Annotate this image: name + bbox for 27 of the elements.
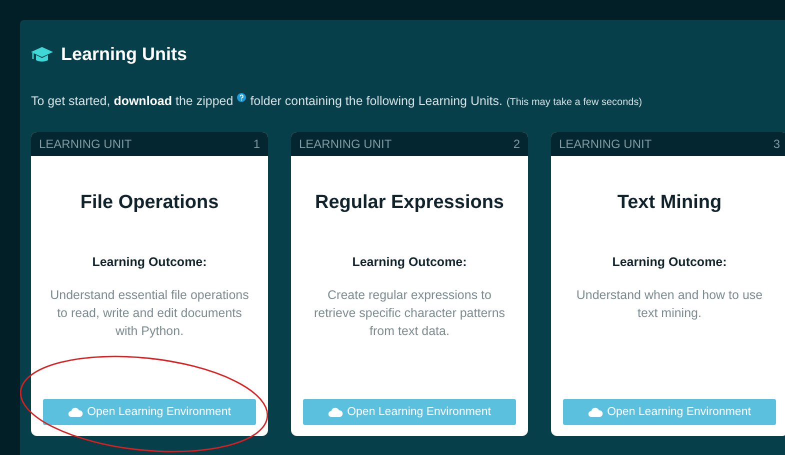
unit-title: Text Mining: [616, 191, 723, 216]
unit-label: LEARNING UNIT: [39, 136, 132, 154]
outcome-text: Create regular expressions to retrieve specific character patterns from text data.: [312, 286, 506, 340]
section-title: Learning Units: [61, 44, 188, 66]
cloud-icon: [68, 407, 84, 418]
unit-number: 3: [773, 136, 780, 154]
open-environment-button[interactable]: Open Learning Environment: [563, 399, 776, 426]
unit-title: File Operations: [79, 191, 220, 216]
unit-label: LEARNING UNIT: [299, 136, 392, 154]
outcome-label: Learning Outcome:: [91, 254, 208, 271]
unit-label: LEARNING UNIT: [559, 136, 652, 154]
unit-number: 2: [513, 136, 520, 154]
graduation-cap-icon: [31, 46, 53, 63]
intro-text: folder containing the following Learning Units.: [250, 92, 502, 110]
outcome-label: Learning Outcome:: [611, 254, 728, 271]
cloud-icon: [588, 407, 604, 418]
open-environment-button[interactable]: Open Learning Environment: [43, 399, 256, 426]
intro-note: (This may take a few seconds): [506, 96, 642, 110]
outcome-text: Understand when and how to use text mining.: [575, 286, 764, 322]
outcome-label: Learning Outcome:: [351, 254, 468, 271]
open-environment-button[interactable]: Open Learning Environment: [303, 399, 516, 426]
help-icon[interactable]: [237, 92, 246, 102]
outcome-text: Understand essential file operations to read, write and edit documents with Python.: [49, 286, 250, 340]
cloud-icon: [328, 407, 344, 418]
intro-text: To get started, download the zipped: [31, 92, 234, 110]
unit-number: 1: [253, 136, 260, 154]
unit-title: Regular Expressions: [314, 191, 506, 216]
